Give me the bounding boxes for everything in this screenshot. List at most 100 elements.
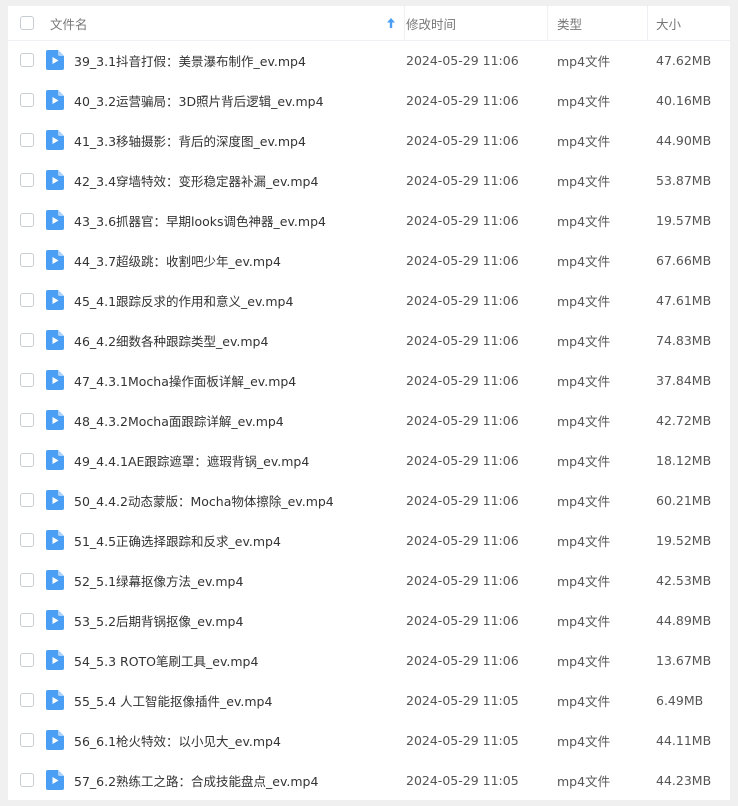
- file-modified-time: 2024-05-29 11:05: [406, 692, 519, 708]
- file-type: mp4文件: [557, 253, 611, 269]
- file-size: 47.61MB: [656, 292, 712, 308]
- file-name[interactable]: 53_5.2后期背锅抠像_ev.mp4: [74, 600, 394, 640]
- file-name[interactable]: 56_6.1枪火特效：以小见大_ev.mp4: [74, 720, 394, 760]
- row-checkbox-cell[interactable]: [20, 240, 36, 280]
- row-checkbox-cell[interactable]: [20, 760, 36, 800]
- file-row[interactable]: 41_3.3移轴摄影：背后的深度图_ev.mp4 2024-05-29 11:0…: [8, 120, 730, 160]
- column-header-name[interactable]: 文件名: [50, 6, 396, 40]
- arrow-up-icon[interactable]: [386, 17, 396, 29]
- file-row[interactable]: 56_6.1枪火特效：以小见大_ev.mp4 2024-05-29 11:05 …: [8, 720, 730, 760]
- row-checkbox[interactable]: [20, 453, 34, 467]
- file-size: 53.87MB: [656, 172, 712, 188]
- row-checkbox-cell[interactable]: [20, 80, 36, 120]
- file-name[interactable]: 57_6.2熟练工之路：合成技能盘点_ev.mp4: [74, 760, 394, 800]
- row-checkbox[interactable]: [20, 133, 34, 147]
- file-name[interactable]: 51_4.5正确选择跟踪和反求_ev.mp4: [74, 520, 394, 560]
- file-name[interactable]: 43_3.6抓器官：早期looks调色神器_ev.mp4: [74, 200, 394, 240]
- file-row[interactable]: 48_4.3.2Mocha面跟踪详解_ev.mp4 2024-05-29 11:…: [8, 400, 730, 440]
- column-header-size[interactable]: 大小: [656, 6, 726, 40]
- file-row[interactable]: 57_6.2熟练工之路：合成技能盘点_ev.mp4 2024-05-29 11:…: [8, 760, 730, 800]
- file-row[interactable]: 52_5.1绿幕抠像方法_ev.mp4 2024-05-29 11:06 mp4…: [8, 560, 730, 600]
- select-all-cell[interactable]: [20, 6, 36, 40]
- file-size: 42.72MB: [656, 412, 712, 428]
- file-name[interactable]: 52_5.1绿幕抠像方法_ev.mp4: [74, 560, 394, 600]
- file-name[interactable]: 48_4.3.2Mocha面跟踪详解_ev.mp4: [74, 400, 394, 440]
- column-header-modified[interactable]: 修改时间: [406, 6, 546, 40]
- row-checkbox-cell[interactable]: [20, 160, 36, 200]
- file-row[interactable]: 39_3.1抖音打假：美景瀑布制作_ev.mp4 2024-05-29 11:0…: [8, 40, 730, 80]
- column-divider[interactable]: [547, 6, 548, 40]
- column-divider[interactable]: [647, 6, 648, 40]
- row-checkbox[interactable]: [20, 733, 34, 747]
- file-row[interactable]: 42_3.4穿墙特效：变形稳定器补漏_ev.mp4 2024-05-29 11:…: [8, 160, 730, 200]
- file-row[interactable]: 44_3.7超级跳：收割吧少年_ev.mp4 2024-05-29 11:06 …: [8, 240, 730, 280]
- file-row[interactable]: 47_4.3.1Mocha操作面板详解_ev.mp4 2024-05-29 11…: [8, 360, 730, 400]
- row-checkbox[interactable]: [20, 573, 34, 587]
- video-file-icon: [46, 760, 64, 800]
- file-row[interactable]: 54_5.3 ROTO笔刷工具_ev.mp4 2024-05-29 11:06 …: [8, 640, 730, 680]
- row-checkbox[interactable]: [20, 173, 34, 187]
- file-row[interactable]: 50_4.4.2动态蒙版：Mocha物体擦除_ev.mp4 2024-05-29…: [8, 480, 730, 520]
- column-divider[interactable]: [404, 6, 405, 40]
- row-checkbox[interactable]: [20, 533, 34, 547]
- video-file-icon: [46, 640, 64, 680]
- row-checkbox-cell[interactable]: [20, 600, 36, 640]
- file-type: mp4文件: [557, 293, 611, 309]
- row-checkbox-cell[interactable]: [20, 520, 36, 560]
- file-type: mp4文件: [557, 533, 611, 549]
- row-checkbox[interactable]: [20, 653, 34, 667]
- row-checkbox-cell[interactable]: [20, 480, 36, 520]
- file-name[interactable]: 39_3.1抖音打假：美景瀑布制作_ev.mp4: [74, 40, 394, 80]
- row-checkbox[interactable]: [20, 213, 34, 227]
- file-name[interactable]: 49_4.4.1AE跟踪遮罩：遮瑕背锅_ev.mp4: [74, 440, 394, 480]
- file-name[interactable]: 44_3.7超级跳：收割吧少年_ev.mp4: [74, 240, 394, 280]
- file-name[interactable]: 45_4.1跟踪反求的作用和意义_ev.mp4: [74, 280, 394, 320]
- file-name[interactable]: 46_4.2细数各种跟踪类型_ev.mp4: [74, 320, 394, 360]
- row-checkbox-cell[interactable]: [20, 280, 36, 320]
- file-type: mp4文件: [557, 333, 611, 349]
- file-type: mp4文件: [557, 53, 611, 69]
- row-checkbox[interactable]: [20, 93, 34, 107]
- file-row[interactable]: 51_4.5正确选择跟踪和反求_ev.mp4 2024-05-29 11:06 …: [8, 520, 730, 560]
- file-name[interactable]: 54_5.3 ROTO笔刷工具_ev.mp4: [74, 640, 394, 680]
- column-header-type[interactable]: 类型: [557, 6, 647, 40]
- row-checkbox-cell[interactable]: [20, 720, 36, 760]
- row-checkbox[interactable]: [20, 253, 34, 267]
- file-row[interactable]: 49_4.4.1AE跟踪遮罩：遮瑕背锅_ev.mp4 2024-05-29 11…: [8, 440, 730, 480]
- row-checkbox-cell[interactable]: [20, 640, 36, 680]
- row-checkbox-cell[interactable]: [20, 320, 36, 360]
- row-checkbox-cell[interactable]: [20, 680, 36, 720]
- file-row[interactable]: 46_4.2细数各种跟踪类型_ev.mp4 2024-05-29 11:06 m…: [8, 320, 730, 360]
- file-name[interactable]: 50_4.4.2动态蒙版：Mocha物体擦除_ev.mp4: [74, 480, 394, 520]
- file-name[interactable]: 42_3.4穿墙特效：变形稳定器补漏_ev.mp4: [74, 160, 394, 200]
- row-checkbox-cell[interactable]: [20, 400, 36, 440]
- file-name[interactable]: 47_4.3.1Mocha操作面板详解_ev.mp4: [74, 360, 394, 400]
- column-header-size-label: 大小: [656, 16, 682, 32]
- row-checkbox[interactable]: [20, 53, 34, 67]
- row-checkbox-cell[interactable]: [20, 440, 36, 480]
- file-name[interactable]: 55_5.4 人工智能抠像插件_ev.mp4: [74, 680, 394, 720]
- row-checkbox[interactable]: [20, 493, 34, 507]
- row-checkbox[interactable]: [20, 373, 34, 387]
- row-checkbox[interactable]: [20, 773, 34, 787]
- row-checkbox[interactable]: [20, 333, 34, 347]
- row-checkbox[interactable]: [20, 613, 34, 627]
- select-all-checkbox[interactable]: [20, 16, 34, 30]
- row-checkbox-cell[interactable]: [20, 40, 36, 80]
- file-row[interactable]: 40_3.2运营骗局：3D照片背后逻辑_ev.mp4 2024-05-29 11…: [8, 80, 730, 120]
- file-row[interactable]: 55_5.4 人工智能抠像插件_ev.mp4 2024-05-29 11:05 …: [8, 680, 730, 720]
- row-checkbox[interactable]: [20, 293, 34, 307]
- row-checkbox-cell[interactable]: [20, 200, 36, 240]
- file-row[interactable]: 45_4.1跟踪反求的作用和意义_ev.mp4 2024-05-29 11:06…: [8, 280, 730, 320]
- video-file-icon: [46, 400, 64, 440]
- file-name[interactable]: 41_3.3移轴摄影：背后的深度图_ev.mp4: [74, 120, 394, 160]
- file-name[interactable]: 40_3.2运营骗局：3D照片背后逻辑_ev.mp4: [74, 80, 394, 120]
- row-checkbox-cell[interactable]: [20, 360, 36, 400]
- row-checkbox-cell[interactable]: [20, 120, 36, 160]
- file-row[interactable]: 53_5.2后期背锅抠像_ev.mp4 2024-05-29 11:06 mp4…: [8, 600, 730, 640]
- row-checkbox-cell[interactable]: [20, 560, 36, 600]
- file-row[interactable]: 43_3.6抓器官：早期looks调色神器_ev.mp4 2024-05-29 …: [8, 200, 730, 240]
- row-checkbox[interactable]: [20, 693, 34, 707]
- row-checkbox[interactable]: [20, 413, 34, 427]
- file-type: mp4文件: [557, 453, 611, 469]
